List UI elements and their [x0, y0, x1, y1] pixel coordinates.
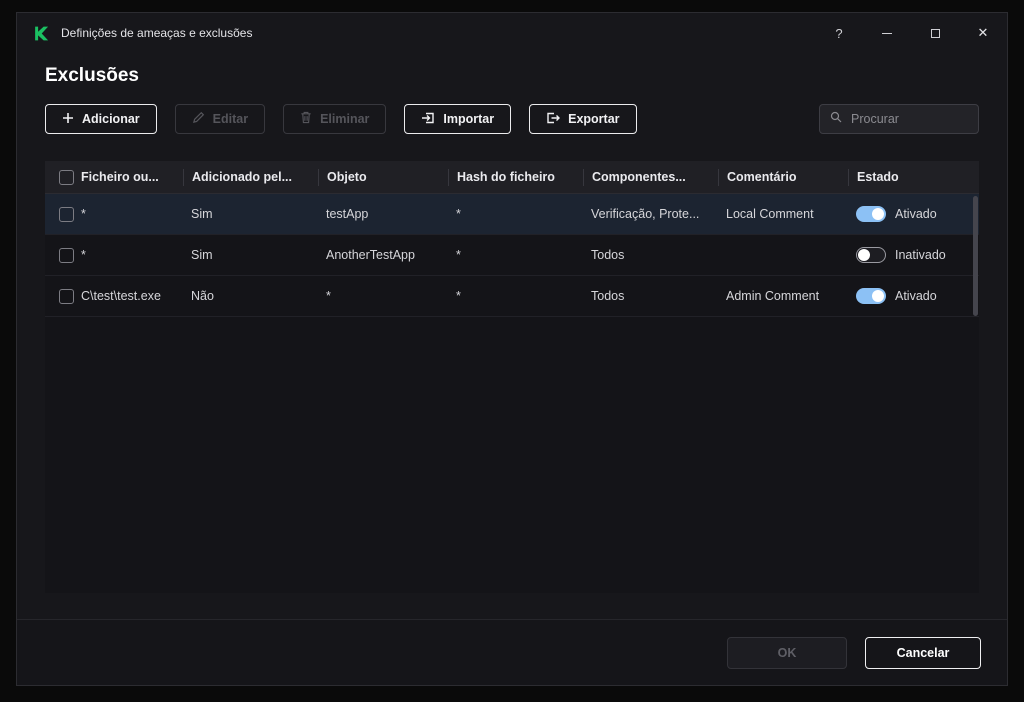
cell-hash: *	[448, 207, 583, 221]
state-toggle[interactable]	[856, 288, 886, 304]
column-header-state[interactable]: Estado	[848, 169, 979, 186]
minimize-icon	[882, 33, 892, 34]
table-header: Ficheiro ou... Adicionado pel... Objeto …	[45, 161, 979, 194]
add-button[interactable]: Adicionar	[45, 104, 157, 134]
column-header-added-by[interactable]: Adicionado pel...	[183, 169, 318, 186]
column-header-file[interactable]: Ficheiro ou...	[81, 169, 183, 186]
cell-components: Todos	[583, 289, 718, 303]
maximize-button[interactable]	[911, 13, 959, 53]
cell-file: C\test\test.exe	[81, 289, 183, 303]
row-checkbox-cell	[45, 289, 81, 304]
toggle-knob	[872, 208, 884, 220]
row-checkbox[interactable]	[59, 248, 74, 263]
export-button-label: Exportar	[568, 112, 619, 126]
page-title: Exclusões	[45, 65, 979, 87]
select-all-cell	[45, 170, 81, 185]
search-input[interactable]	[849, 111, 968, 127]
state-label: Inativado	[895, 248, 946, 262]
state-toggle[interactable]	[856, 247, 886, 263]
export-icon	[546, 111, 560, 128]
title-bar: Definições de ameaças e exclusões ? ✕	[17, 13, 1007, 53]
vertical-scrollbar[interactable]	[973, 196, 978, 589]
table-row[interactable]: * Sim AnotherTestApp * Todos Inativado	[45, 235, 979, 276]
ok-button[interactable]: OK	[727, 637, 847, 669]
window-controls: ? ✕	[815, 13, 1007, 53]
kaspersky-logo-icon	[33, 24, 51, 42]
close-button[interactable]: ✕	[959, 13, 1007, 53]
pencil-icon	[192, 111, 205, 127]
cell-hash: *	[448, 248, 583, 262]
cell-components: Todos	[583, 248, 718, 262]
cell-object: *	[318, 289, 448, 303]
table-row[interactable]: * Sim testApp * Verificação, Prote... Lo…	[45, 194, 979, 235]
plus-icon	[62, 112, 74, 127]
search-icon	[830, 110, 842, 128]
add-button-label: Adicionar	[82, 112, 140, 126]
row-checkbox[interactable]	[59, 289, 74, 304]
cell-added-by: Sim	[183, 207, 318, 221]
toggle-knob	[858, 249, 870, 261]
toggle-knob	[872, 290, 884, 302]
cell-comment: Admin Comment	[718, 289, 848, 303]
cell-state: Inativado	[848, 247, 979, 263]
cell-comment: Local Comment	[718, 207, 848, 221]
cell-file: *	[81, 207, 183, 221]
cell-added-by: Não	[183, 289, 318, 303]
trash-icon	[300, 111, 312, 127]
help-button[interactable]: ?	[815, 13, 863, 53]
maximize-icon	[931, 29, 940, 38]
column-header-components[interactable]: Componentes...	[583, 169, 718, 186]
cell-components: Verificação, Prote...	[583, 207, 718, 221]
window-title: Definições de ameaças e exclusões	[61, 26, 252, 40]
cell-state: Ativado	[848, 206, 979, 222]
cancel-button[interactable]: Cancelar	[865, 637, 981, 669]
close-icon: ✕	[978, 25, 989, 41]
row-checkbox-cell	[45, 248, 81, 263]
exclusions-table: Ficheiro ou... Adicionado pel... Objeto …	[45, 161, 979, 593]
delete-button-label: Eliminar	[320, 112, 369, 126]
scrollbar-thumb[interactable]	[973, 196, 978, 316]
state-label: Ativado	[895, 289, 937, 303]
column-header-comment[interactable]: Comentário	[718, 169, 848, 186]
select-all-checkbox[interactable]	[59, 170, 74, 185]
delete-button[interactable]: Eliminar	[283, 104, 386, 134]
column-header-object[interactable]: Objeto	[318, 169, 448, 186]
minimize-button[interactable]	[863, 13, 911, 53]
cell-object: AnotherTestApp	[318, 248, 448, 262]
row-checkbox-cell	[45, 207, 81, 222]
cell-state: Ativado	[848, 288, 979, 304]
app-window: Definições de ameaças e exclusões ? ✕ Ex…	[16, 12, 1008, 686]
cell-file: *	[81, 248, 183, 262]
import-icon	[421, 111, 435, 128]
footer: OK Cancelar	[17, 619, 1007, 685]
export-button[interactable]: Exportar	[529, 104, 636, 134]
row-checkbox[interactable]	[59, 207, 74, 222]
search-box[interactable]	[819, 104, 979, 134]
cell-object: testApp	[318, 207, 448, 221]
cell-hash: *	[448, 289, 583, 303]
state-label: Ativado	[895, 207, 937, 221]
column-header-hash[interactable]: Hash do ficheiro	[448, 169, 583, 186]
edit-button[interactable]: Editar	[175, 104, 265, 134]
import-button[interactable]: Importar	[404, 104, 511, 134]
table-row[interactable]: C\test\test.exe Não * * Todos Admin Comm…	[45, 276, 979, 317]
state-toggle[interactable]	[856, 206, 886, 222]
toolbar: Adicionar Editar Eliminar Importar Expor…	[45, 104, 979, 134]
edit-button-label: Editar	[213, 112, 248, 126]
cell-added-by: Sim	[183, 248, 318, 262]
import-button-label: Importar	[443, 112, 494, 126]
